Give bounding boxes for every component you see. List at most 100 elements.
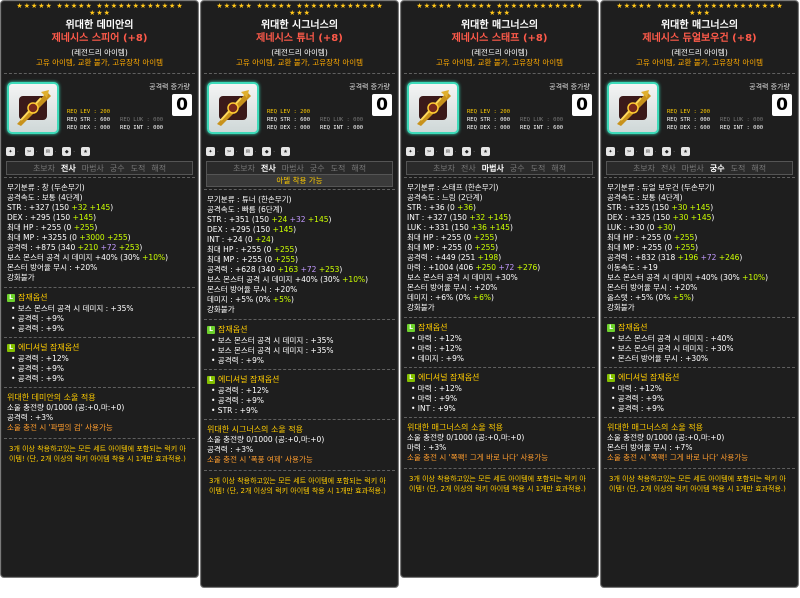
soul-section: 위대한 시그너스의 소울 적용 소울 충전량 0/1000 (공:+0,마:+0… bbox=[201, 422, 398, 468]
item-info-block: 공격력 증가량 0 REQ LEV : 200 REQ STR : 000 REQ… bbox=[601, 76, 798, 146]
potential-list: • 보스 몬스터 공격 시 데미지 : +35% • 보스 몬스터 공격 시 데미… bbox=[201, 335, 398, 367]
potential-line: • 공격력 : +9% bbox=[11, 374, 64, 383]
star-force-icon: ★ bbox=[663, 2, 670, 10]
star-force-icon: ★ bbox=[325, 2, 332, 10]
star-force-row: ★ ★ ★ ★ ★ ★ ★ ★ ★ ★ ★ ★ ★ ★ ★ ★ ★ ★ ★ ★ ★ ★ ★ ★ ★ bbox=[201, 1, 398, 17]
additional-potential-list: • 공격력 : +12% • 공격력 : +9% • STR : +9% bbox=[201, 385, 398, 417]
star-force-icon: ★ bbox=[263, 2, 270, 10]
item-restrictions: 고유 아이템, 교환 불가, 고유장착 아이템 bbox=[435, 58, 564, 67]
star-force-icon: ★ bbox=[169, 2, 176, 10]
requirements: REQ LEV : 200 REQ STR : 600 REQ LUK : 000… bbox=[67, 108, 163, 132]
job-class-bar: 초보자 전사 마법사 궁수 도적 해적 bbox=[406, 161, 593, 175]
lucky-item-note: 3개 이상 착용하고있는 모든 세트 아이템에 포함되는 럭키 아이템! (단,… bbox=[609, 475, 786, 493]
attack-increase-label: 공격력 증가량 bbox=[349, 83, 390, 91]
star-force-icon: ★ bbox=[456, 2, 463, 10]
req-dex: REQ DEX : 000 bbox=[467, 125, 511, 131]
job-2: 마법사 bbox=[281, 163, 304, 173]
divider bbox=[204, 189, 395, 190]
job-3: 궁수 bbox=[709, 163, 725, 173]
requirements: REQ LEV : 200 REQ STR : 600 REQ LUK : 000… bbox=[267, 108, 363, 132]
req-int: REQ INT : 000 bbox=[120, 125, 164, 131]
tradeable-flag-icon: ✦ bbox=[406, 147, 415, 156]
potential-line: • 공격력 : +9% bbox=[11, 324, 64, 333]
attack-increase-label: 공격력 증가량 bbox=[749, 83, 790, 91]
star-force-row: ★ ★ ★ ★ ★ ★ ★ ★ ★ ★ ★ ★ ★ ★ ★ ★ ★ ★ ★ ★ ★ ★ ★ ★ ★ bbox=[1, 1, 198, 17]
soul-stat: 공격력 : +3% bbox=[7, 413, 54, 422]
stat-line: 공격속도 : 빠름 (6단계) bbox=[207, 205, 283, 214]
divider bbox=[4, 287, 195, 288]
job-2: 마법사 bbox=[481, 163, 504, 173]
divider bbox=[404, 73, 595, 74]
star-force-icon: ★ bbox=[678, 2, 685, 10]
star-force-icon: ★ bbox=[45, 2, 52, 10]
item-grade: (레전드리 아이템) bbox=[671, 48, 728, 57]
job-2: 마법사 bbox=[81, 163, 104, 173]
item-header: 위대한 매그너스의 제네시스 듀얼보우건 (+8) (레전드리 아이템) 고유 … bbox=[601, 17, 798, 71]
req-int: REQ INT : 000 bbox=[720, 125, 764, 131]
item-restrictions: 고유 아이템, 교환 불가, 고유장착 아이템 bbox=[35, 58, 164, 67]
star-force-icon: ★ bbox=[532, 2, 539, 10]
additional-potential-list: • 마력 : +12% • 공격력 : +9% • 공격력 : +9% bbox=[601, 383, 798, 415]
job-note: 아델 착용 가능 bbox=[206, 175, 393, 187]
weapon-icon-frame bbox=[407, 82, 459, 134]
stat-line: 공격력 : +832 (318 +196 +72 +246) bbox=[607, 253, 743, 262]
stat-line: 최대 HP : +255 (0 +255) bbox=[207, 245, 298, 254]
item-prefix-name: 위대한 시그너스의 bbox=[260, 20, 339, 31]
star-force-icon: ★ bbox=[70, 2, 78, 10]
star-force-icon: ★ bbox=[703, 9, 710, 17]
potential-flag-icon: ◆ bbox=[662, 147, 672, 156]
soul-section: 위대한 매그너스의 소울 적용 소울 충전량 0/1000 (공:+0,마:+0… bbox=[601, 420, 798, 466]
star-force-icon: ★ bbox=[296, 9, 303, 17]
divider bbox=[204, 73, 395, 74]
req-level: REQ LEV : 200 bbox=[467, 109, 511, 115]
soul-skill: 소울 충전 시 '파멸의 검' 사용가능 bbox=[7, 423, 113, 432]
item-header: 위대한 데미안의 제네시스 스피어 (+8) (레전드리 아이템) 고유 아이템… bbox=[1, 17, 198, 71]
item-header: 위대한 시그너스의 제네시스 튜너 (+8) (레전드리 아이템) 고유 아이템… bbox=[201, 17, 398, 71]
star-force-icon: ★ bbox=[361, 2, 369, 10]
star-force-icon: ★ bbox=[510, 2, 518, 10]
attack-increase-value: 0 bbox=[372, 94, 392, 116]
req-luk: REQ LUK : 000 bbox=[120, 117, 164, 123]
potential-list: • 마력 : +12% • 마력 : +12% • 데미지 : +9% bbox=[401, 333, 598, 365]
star-force-icon: ★ bbox=[761, 2, 769, 10]
potential-line: • 마력 : +9% bbox=[411, 394, 458, 403]
job-class-bar: 초보자 전사 마법사 궁수 도적 해적 bbox=[6, 161, 193, 175]
star-force-icon: ★ bbox=[525, 2, 532, 10]
potential-line: • 보스 몬스터 공격 시 데미지 : +40% bbox=[611, 334, 734, 343]
soul-skill: 소울 충전 시 '쪽팩! 그게 바로 나다' 사용가능 bbox=[407, 453, 549, 462]
potential-header: L 잠재옵션 bbox=[601, 320, 798, 333]
lucky-item-note: 3개 이상 착용하고있는 모든 세트 아이템에 포함되는 럭키 아이템! (단,… bbox=[209, 477, 386, 495]
divider bbox=[4, 177, 195, 178]
stat-line: 보스 몬스터 공격 시 데미지 +40% (30% +10%) bbox=[207, 275, 369, 284]
job-4: 도적 bbox=[330, 163, 346, 173]
star-force-icon: ★ bbox=[438, 2, 445, 10]
stat-line: 강화불가 bbox=[607, 303, 635, 312]
stat-line: 공격속도 : 보통 (4단계) bbox=[607, 193, 683, 202]
potential-flag-icon: ◆ bbox=[62, 147, 72, 156]
star-force-icon: ★ bbox=[303, 9, 310, 17]
stat-line: STR : +351 (150 +24 +32 +145) bbox=[207, 215, 332, 224]
divider bbox=[604, 468, 795, 469]
star-force-icon: ★ bbox=[630, 2, 638, 10]
star-force-icon: ★ bbox=[503, 9, 510, 17]
genesis-staff-icon bbox=[417, 90, 451, 126]
item-tooltip-1: ★ ★ ★ ★ ★ ★ ★ ★ ★ ★ ★ ★ ★ ★ ★ ★ ★ ★ ★ ★ ★ ★ ★ ★ ★ 위대한 데미안의 제네시스 … bbox=[0, 0, 199, 578]
star-force-icon: ★ bbox=[23, 2, 30, 10]
soul-section: 위대한 데미안의 소울 적용 소울 충전량 0/1000 (공:+0,마:+0)… bbox=[1, 390, 198, 436]
job-5: 해적 bbox=[351, 163, 367, 173]
soul-stat: 공격력 : +3% bbox=[207, 445, 254, 454]
potential-line: • 공격력 : +9% bbox=[11, 314, 64, 323]
job-5: 해적 bbox=[551, 163, 567, 173]
job-3: 궁수 bbox=[109, 163, 125, 173]
soul-stat: 마력 : +3% bbox=[407, 443, 447, 452]
potential-line: • 마력 : +12% bbox=[411, 344, 462, 353]
job-class-bar: 초보자 전사 마법사 궁수 도적 해적 bbox=[606, 161, 793, 175]
star-force-icon: ★ bbox=[445, 2, 452, 10]
stat-line: 강화불가 bbox=[207, 305, 235, 314]
star-force-icon: ★ bbox=[16, 2, 23, 10]
star-force-icon: ★ bbox=[103, 9, 110, 17]
soul-title: 위대한 시그너스의 소울 적용 bbox=[207, 425, 303, 434]
divider bbox=[404, 367, 595, 368]
divider bbox=[404, 177, 595, 178]
stat-line: 무기분류 : 스태프 (한손무기) bbox=[407, 183, 499, 192]
